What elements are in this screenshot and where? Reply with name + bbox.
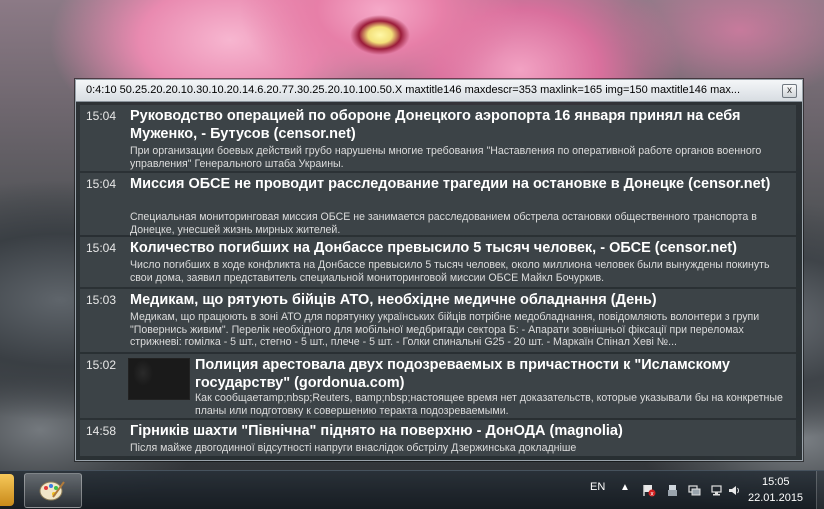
news-time: 15:02 — [86, 358, 117, 372]
action-center-flag-icon[interactable]: x — [643, 484, 656, 497]
tray-expand-icon[interactable]: ▲ — [620, 482, 630, 493]
paint-palette-icon — [39, 481, 65, 501]
news-time: 15:04 — [86, 241, 117, 255]
news-headline-link[interactable]: Миссия ОБСЕ не проводит расследование тр… — [130, 175, 790, 193]
news-time: 15:04 — [86, 177, 117, 191]
volume-icon[interactable] — [728, 484, 741, 497]
news-item[interactable]: 15:03 Медикам, що рятують бійців АТО, не… — [80, 289, 796, 352]
news-description: При организации боевых действий грубо на… — [130, 145, 762, 170]
taskbar-paint-button[interactable] — [24, 473, 82, 508]
clock-date[interactable]: 22.01.2015 — [748, 492, 803, 504]
usb-device-icon[interactable] — [666, 484, 679, 497]
news-headline-link[interactable]: Полиция арестовала двух подозреваемых в … — [195, 356, 790, 392]
news-item[interactable]: 14:58 Гірників шахти "Північна" піднято … — [80, 420, 796, 456]
news-headline-link[interactable]: Количество погибших на Донбассе превысил… — [130, 239, 790, 257]
orchid-flower — [335, 0, 425, 70]
clock-time[interactable]: 15:05 — [762, 476, 790, 488]
news-widget-window[interactable]: 0:4:10 50.25.20.20.10.30.10.20.14.6.20.7… — [75, 79, 803, 461]
news-headline-link[interactable]: Гірників шахти "Північна" піднято на пов… — [130, 422, 790, 440]
close-icon[interactable]: x — [782, 84, 797, 98]
news-item[interactable]: 15:04 Руководство операцией по обороне Д… — [80, 105, 796, 171]
window-title: 0:4:10 50.25.20.20.10.30.10.20.14.6.20.7… — [86, 84, 741, 96]
window-titlebar[interactable]: 0:4:10 50.25.20.20.10.30.10.20.14.6.20.7… — [76, 80, 802, 102]
news-thumbnail-image[interactable] — [128, 358, 190, 400]
news-headline-link[interactable]: Медикам, що рятують бійців АТО, необхідн… — [130, 291, 790, 309]
news-description: Как сообщаетamp;nbsp;Reuters, вamp;nbsp;… — [195, 392, 783, 417]
taskbar: EN ▲ x 15:05 22.01.2015 — [0, 470, 824, 509]
news-description: Специальная мониторинговая миссия ОБСЕ н… — [130, 211, 757, 236]
svg-text:x: x — [650, 490, 654, 497]
news-item[interactable]: 15:02 Полиция арестовала двух подозревае… — [80, 354, 796, 418]
news-item[interactable]: 15:04 Миссия ОБСЕ не проводит расследова… — [80, 173, 796, 236]
news-description: Медикам, що працюють в зоні АТО для поря… — [130, 311, 760, 348]
news-time: 15:04 — [86, 109, 117, 123]
news-headline-link[interactable]: Руководство операцией по обороне Донецко… — [130, 107, 790, 143]
news-item[interactable]: 15:04 Количество погибших на Донбассе пр… — [80, 237, 796, 287]
news-description: Число погибших в ходе конфликта на Донба… — [130, 259, 770, 284]
display-icon[interactable] — [688, 484, 701, 497]
language-indicator[interactable]: EN — [590, 481, 605, 493]
news-time: 15:03 — [86, 293, 117, 307]
news-time: 14:58 — [86, 424, 117, 438]
news-description: Після майже двогодинної відсутності напр… — [130, 442, 577, 454]
network-icon[interactable] — [710, 484, 723, 497]
show-desktop-button[interactable] — [816, 471, 824, 509]
start-button[interactable] — [0, 474, 14, 506]
